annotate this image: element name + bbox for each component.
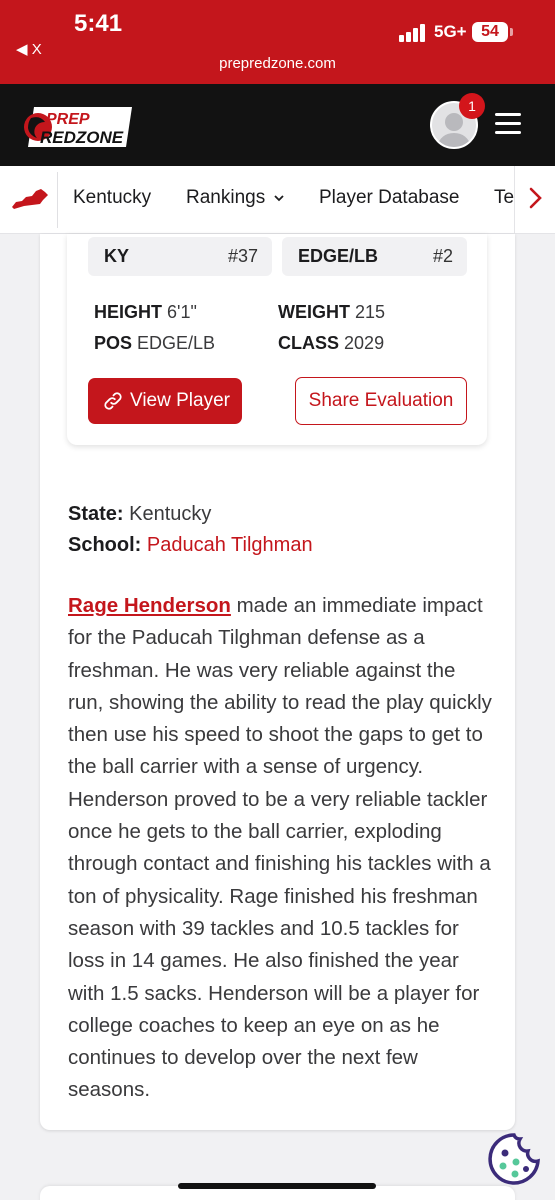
stat-class: CLASS 2029 [278,333,384,354]
state-value: Kentucky [129,503,212,525]
state-line: State: Kentucky [68,503,211,526]
stat-label: POS [94,333,133,353]
notification-badge: 1 [459,93,485,119]
logo-text-prep: PREP [46,111,90,128]
view-player-button[interactable]: View Player [88,378,242,424]
link-icon [104,392,122,410]
position-rank-chip: EDGE/LB #2 [282,237,467,276]
signal-icon [399,22,429,42]
stat-label: WEIGHT [278,302,350,322]
status-time: 5:41 [74,10,123,37]
stat-height: HEIGHT 6'1" [94,302,197,323]
stat-value: 2029 [344,333,385,353]
category-nav: Kentucky Rankings Player Database Te [0,166,555,234]
school-line: School: Paducah Tilghman [68,534,313,557]
stat-position: POS EDGE/LB [94,333,215,354]
stat-value: 215 [355,302,386,322]
home-indicator[interactable] [178,1183,376,1189]
stat-value: 6'1" [167,302,197,322]
share-evaluation-button[interactable]: Share Evaluation [295,377,467,425]
nav-item-rankings[interactable]: Rankings [186,187,265,209]
state-label: State: [68,503,124,525]
position-chip-rank: #2 [432,246,453,266]
evaluation-body: made an immediate impact for the Paducah… [68,594,492,1102]
menu-icon[interactable] [495,113,521,135]
school-link[interactable]: Paducah Tilghman [147,534,313,556]
player-name-link[interactable]: Rage Henderson [68,594,231,617]
chevron-right-icon[interactable] [524,185,546,211]
chevron-down-icon [274,195,284,202]
browser-url[interactable]: prepredzone.com [0,55,555,72]
stat-label: HEIGHT [94,302,163,322]
state-chip-label: KY [104,246,130,266]
logo-text-redzone: REDZONE [40,128,124,147]
battery-icon: 54 [472,22,508,42]
stat-label: CLASS [278,333,340,353]
nav-item-player-database[interactable]: Player Database [319,187,459,209]
stat-weight: WEIGHT 215 [278,302,385,323]
school-label: School: [68,534,142,556]
status-bar: 5:41 ◀ X prepredzone.com 5G+ 54 [0,0,555,84]
nav-divider [57,172,58,228]
state-rank-chip: KY #37 [88,237,272,276]
evaluation-text: Rage Henderson made an immediate impact … [68,590,492,1107]
kentucky-state-icon[interactable] [10,185,50,213]
state-chip-rank: #37 [227,246,258,266]
cookie-icon[interactable] [486,1131,542,1187]
battery-tip [510,28,513,36]
view-player-label: View Player [130,390,230,411]
nav-item-kentucky[interactable]: Kentucky [73,187,151,209]
stat-value: EDGE/LB [137,333,216,353]
position-chip-label: EDGE/LB [298,246,379,266]
prep-redzone-logo[interactable]: PREP REDZONE [20,104,138,150]
nav-item-teams[interactable]: Te [494,187,514,209]
network-type: 5G+ [434,22,467,41]
